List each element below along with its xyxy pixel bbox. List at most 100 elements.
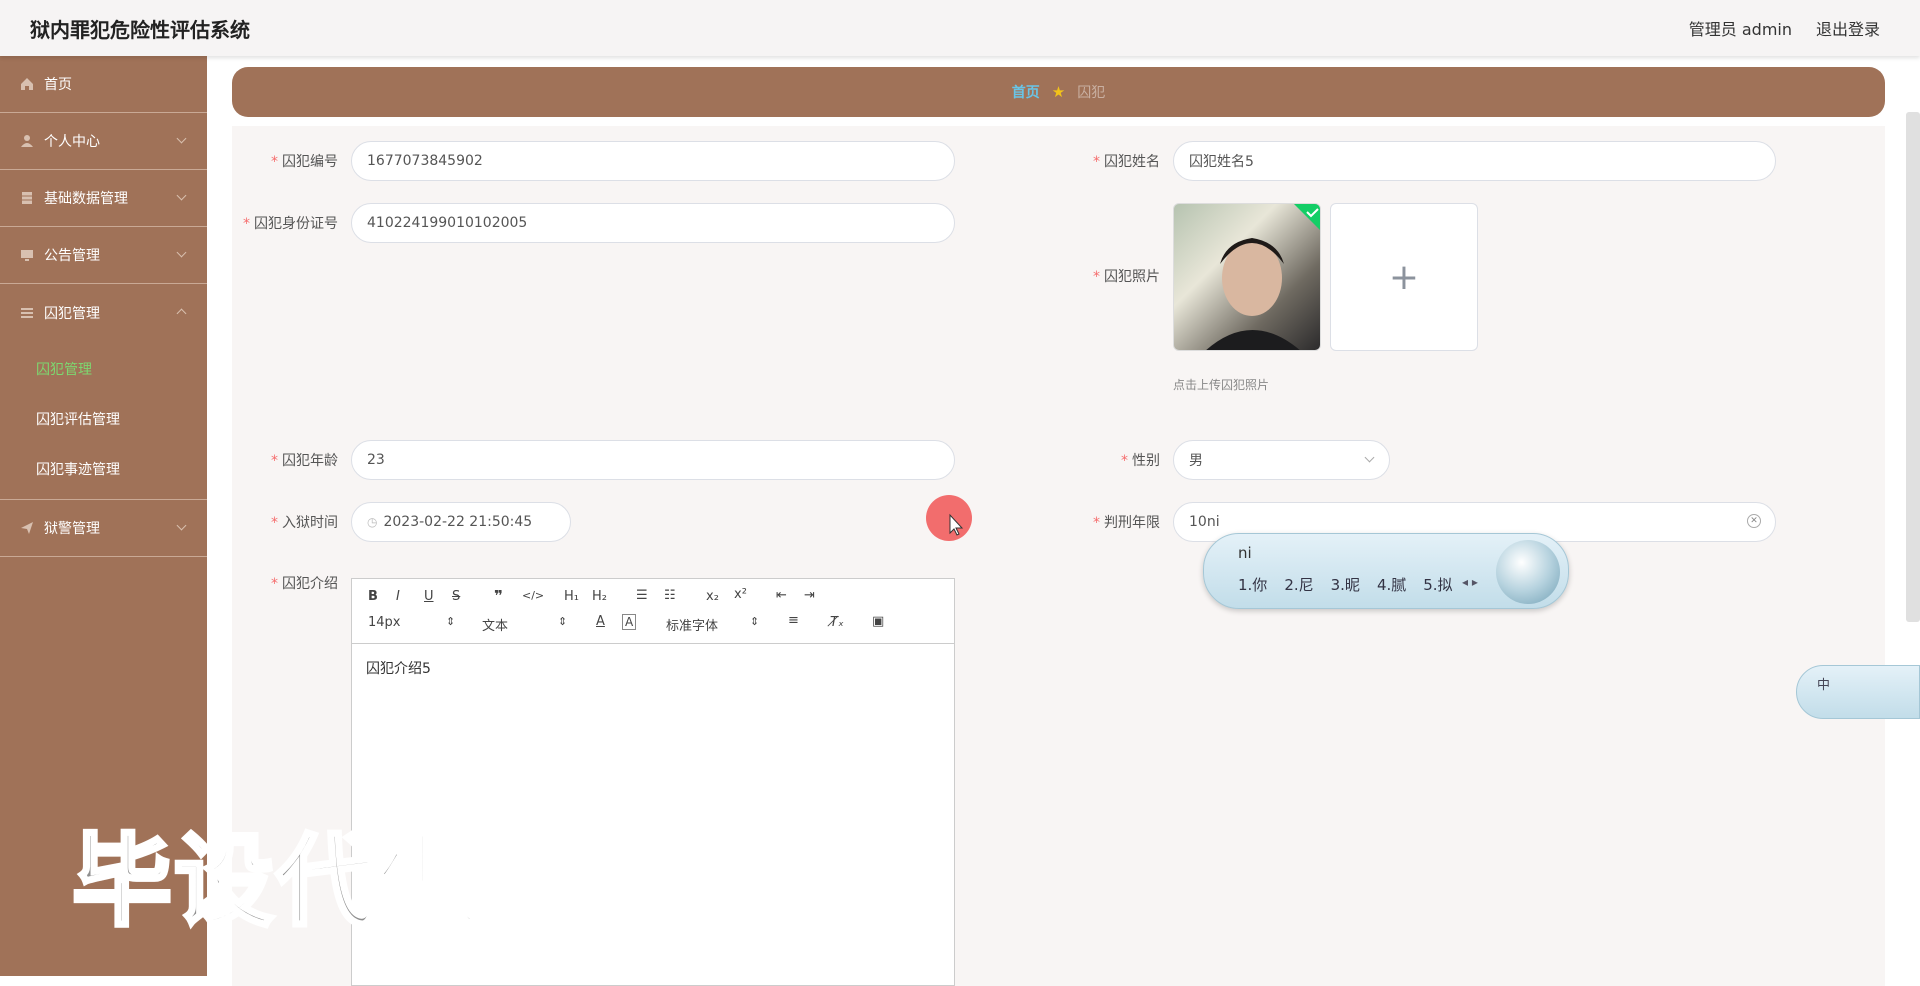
home-icon (20, 77, 34, 91)
ime-candidate[interactable]: 2.尼 (1284, 574, 1313, 595)
chevron-down-icon (176, 190, 187, 201)
background-color-icon[interactable]: A (622, 614, 637, 630)
sidebar-item-prisoner[interactable]: 囚犯管理 (0, 284, 207, 341)
subscript-button[interactable]: x₂ (706, 589, 719, 604)
age-input[interactable]: 23 (351, 440, 955, 480)
sidebar-item-label: 首页 (44, 77, 72, 93)
entry-time-value: 2023-02-22 21:50:45 (383, 514, 533, 530)
intro-label: * 囚犯介绍 (271, 576, 338, 592)
age-label: * 囚犯年龄 (271, 453, 338, 469)
underline-button[interactable]: U (424, 589, 434, 604)
ime-candidate[interactable]: 5.拟 (1423, 574, 1452, 595)
sidebar-submenu: 囚犯管理 囚犯评估管理 囚犯事迹管理 (0, 341, 207, 500)
logout-button[interactable]: 退出登录 (1816, 16, 1880, 40)
bullet-list-icon[interactable]: ☷ (664, 588, 676, 603)
breadcrumb: 首页 ★ 囚犯 (232, 67, 1885, 117)
ime-page-arrows-icon[interactable]: ◂ ▸ (1462, 575, 1478, 589)
ime-candidate[interactable]: 1.你 (1238, 574, 1267, 595)
gender-value: 男 (1189, 453, 1203, 469)
sidebar-item-personal-center[interactable]: 个人中心 (0, 113, 207, 170)
id-card-label: * 囚犯身份证号 (243, 216, 338, 232)
ime-candidate[interactable]: 3.昵 (1331, 574, 1360, 595)
list-icon (20, 306, 34, 320)
scrollbar[interactable] (1906, 112, 1920, 622)
italic-button[interactable]: I (396, 589, 400, 604)
prisoner-name-label: * 囚犯姓名 (1093, 154, 1160, 170)
gender-select[interactable]: 男 (1173, 440, 1390, 480)
sidebar-subitem-deeds[interactable]: 囚犯事迹管理 (0, 444, 207, 494)
editor-content[interactable]: 囚犯介绍5 (352, 644, 954, 692)
entry-time-label: * 入狱时间 (271, 515, 338, 531)
quote-icon[interactable]: ❞ (494, 587, 503, 605)
sidebar-item-label: 基础数据管理 (44, 191, 128, 207)
sidebar-subitem-prisoner[interactable]: 囚犯管理 (0, 344, 207, 394)
prisoner-name-input[interactable]: 囚犯姓名5 (1173, 141, 1776, 181)
paragraph-select[interactable]: 文本 (482, 615, 508, 634)
sidebar-subitem-assessment[interactable]: 囚犯评估管理 (0, 394, 207, 444)
sidebar-item-home[interactable]: 首页 (0, 56, 207, 113)
h2-button[interactable]: H₂ (592, 589, 607, 604)
sidebar-item-label: 公告管理 (44, 248, 100, 264)
select-arrows-icon: ⇕ (750, 615, 760, 628)
ime-status-bar[interactable]: 中 (1796, 665, 1920, 719)
admin-label: 管理员 admin (1688, 20, 1792, 39)
watermark: 毕设代做 (70, 821, 480, 942)
sidebar-item-guard[interactable]: 狱警管理 (0, 500, 207, 557)
photo-label: * 囚犯照片 (1093, 269, 1160, 285)
h1-button[interactable]: H₁ (564, 589, 579, 604)
entry-time-picker[interactable]: ◷ 2023-02-22 21:50:45 (351, 502, 571, 542)
mouse-cursor-highlight (926, 495, 972, 541)
font-family-select[interactable]: 标准字体 (666, 615, 718, 634)
chevron-down-icon (176, 247, 187, 258)
ime-candidates: 1.你 2.尼 3.昵 4.腻 5.拟 (1238, 574, 1470, 595)
chevron-down-icon (176, 520, 187, 531)
sidebar-item-basic-data[interactable]: 基础数据管理 (0, 170, 207, 227)
font-color-icon[interactable]: A (596, 614, 605, 629)
sentence-value: 10ni (1189, 514, 1220, 530)
code-icon[interactable]: </> (522, 589, 544, 602)
font-size-select[interactable]: 14px (368, 615, 401, 630)
chevron-down-icon (176, 133, 187, 144)
ordered-list-icon[interactable]: ☰ (636, 588, 648, 603)
prisoner-no-label: * 囚犯编号 (271, 154, 338, 170)
database-icon (20, 191, 34, 205)
sidebar-item-notice[interactable]: 公告管理 (0, 227, 207, 284)
user-icon (20, 134, 34, 148)
chevron-down-icon (1364, 452, 1375, 463)
superscript-button[interactable]: x² (734, 587, 747, 602)
top-bar: 狱内罪犯危险性评估系统 管理员 admin 退出登录 (0, 0, 1920, 56)
bold-button[interactable]: B (368, 589, 378, 604)
prisoner-no-input[interactable]: 1677073845902 (351, 141, 955, 181)
clock-icon: ◷ (367, 515, 378, 529)
plus-icon: + (1388, 256, 1420, 298)
editor-toolbar: B I U S ❞ </> H₁ H₂ ☰ ☷ x₂ x² ⇤ ⇥ 14px ⇕… (352, 579, 954, 644)
ime-decoration (1496, 540, 1560, 604)
select-arrows-icon: ⇕ (558, 615, 568, 628)
photo-hint: 点击上传囚犯照片 (1173, 378, 1270, 392)
clear-icon[interactable]: ✕ (1747, 514, 1761, 528)
sidebar-item-label: 囚犯管理 (44, 305, 100, 322)
pointer-icon (949, 513, 964, 536)
ime-candidate[interactable]: 4.腻 (1377, 574, 1406, 595)
strike-button[interactable]: S (452, 589, 460, 604)
star-icon: ★ (1051, 83, 1066, 101)
chevron-up-icon (176, 308, 187, 319)
portrait-image (1206, 204, 1320, 350)
outdent-icon[interactable]: ⇤ (776, 588, 787, 603)
gender-label: * 性别 (1121, 453, 1160, 469)
ime-candidate-window[interactable]: ni 1.你 2.尼 3.昵 4.腻 5.拟 ◂ ▸ (1203, 533, 1569, 609)
upload-add-button[interactable]: + (1330, 203, 1478, 351)
id-card-input[interactable]: 410224199010102005 (351, 203, 955, 243)
indent-icon[interactable]: ⇥ (804, 588, 815, 603)
clear-format-icon[interactable]: T̸ₓ (830, 615, 844, 630)
breadcrumb-home[interactable]: 首页 (1012, 82, 1040, 102)
sidebar-item-label: 狱警管理 (44, 521, 100, 537)
prisoner-photo[interactable] (1173, 203, 1321, 351)
monitor-icon (20, 248, 34, 262)
image-icon[interactable]: ▣ (872, 614, 884, 629)
sidebar-item-label: 个人中心 (44, 134, 100, 150)
send-icon (20, 521, 34, 535)
ime-input-text: ni (1238, 544, 1252, 562)
breadcrumb-current: 囚犯 (1077, 85, 1106, 101)
align-icon[interactable]: ≡ (788, 613, 799, 628)
